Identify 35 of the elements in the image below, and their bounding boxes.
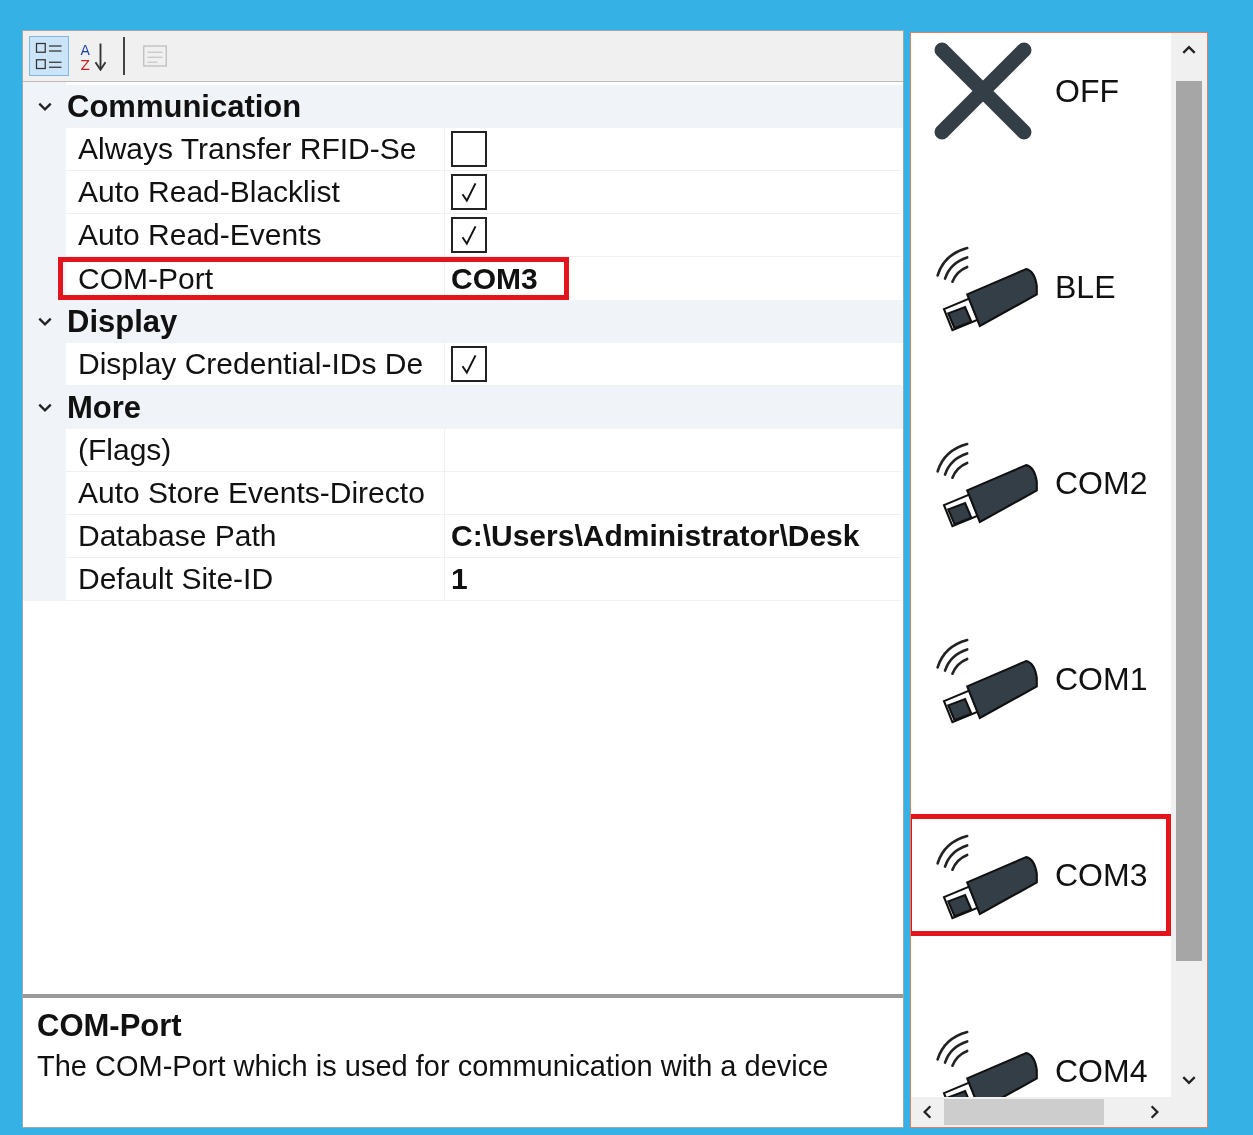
description-title: COM-Port xyxy=(37,1008,183,1044)
property-name[interactable]: Auto Read-Events xyxy=(66,214,445,256)
device-item[interactable]: COM3 xyxy=(911,814,1171,936)
device-item[interactable]: COM1 xyxy=(911,618,1171,740)
description-text: The COM-Port which is used for communication with a device xyxy=(37,1050,830,1083)
scroll-thumb[interactable] xyxy=(944,1099,1104,1125)
property-name[interactable]: (Flags) xyxy=(66,429,445,471)
property-value[interactable]: 1 xyxy=(451,562,468,596)
category-header[interactable]: Communication xyxy=(67,88,302,125)
checkbox[interactable] xyxy=(451,131,487,167)
device-item[interactable]: BLE xyxy=(911,226,1171,348)
property-name[interactable]: Auto Read-Blacklist xyxy=(66,171,445,213)
device-item[interactable]: COM4 xyxy=(911,1010,1171,1097)
checkbox[interactable] xyxy=(451,346,487,382)
property-name[interactable]: Always Transfer RFID-Se xyxy=(66,128,445,170)
checkbox[interactable] xyxy=(451,174,487,210)
categorized-icon[interactable] xyxy=(34,41,64,71)
property-name[interactable]: Default Site-ID xyxy=(66,558,445,600)
device-item[interactable]: COM2 xyxy=(911,422,1171,544)
checkbox[interactable] xyxy=(451,217,487,253)
scroll-left-icon[interactable] xyxy=(921,1104,934,1120)
chevron-icon[interactable] xyxy=(37,100,53,113)
scroll-right-icon[interactable] xyxy=(1148,1104,1161,1120)
device-item[interactable]: OFF xyxy=(911,33,1171,152)
chevron-icon[interactable] xyxy=(37,401,53,414)
category-header[interactable]: Display xyxy=(67,303,178,340)
property-name[interactable]: COM-Port xyxy=(66,262,445,295)
property-name[interactable]: Database Path xyxy=(66,515,445,557)
property-value[interactable]: C:\Users\Administrator\Desk xyxy=(451,519,860,553)
property-name[interactable]: Auto Store Events-Directo xyxy=(66,472,445,514)
property-name[interactable]: Display Credential-IDs De xyxy=(66,343,445,385)
category-header[interactable]: More xyxy=(67,389,142,426)
chevron-icon[interactable] xyxy=(37,315,53,328)
property-value[interactable]: COM3 xyxy=(451,261,538,296)
scroll-thumb[interactable] xyxy=(1176,81,1202,961)
